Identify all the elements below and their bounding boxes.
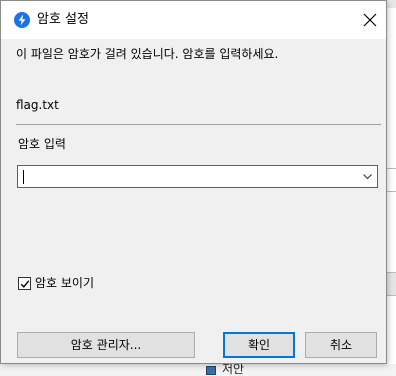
file-name: flag.txt [16, 98, 59, 112]
background-field-edge [386, 168, 396, 192]
checkmark-icon [20, 280, 30, 288]
password-combobox[interactable] [17, 165, 378, 188]
background-bottom-row [0, 364, 396, 376]
dialog-message: 이 파일은 암호가 걸려 있습니다. 암호를 입력하세요. [16, 47, 279, 61]
dropdown-button[interactable] [358, 166, 377, 187]
text-caret [23, 170, 24, 184]
close-button[interactable] [357, 7, 383, 33]
chevron-down-icon [363, 174, 372, 180]
background-bottom-text: 저안 [222, 362, 245, 376]
ok-button[interactable]: 확인 [223, 332, 295, 358]
show-password-checkbox[interactable] [18, 277, 31, 290]
cancel-button[interactable]: 취소 [305, 332, 377, 358]
background-right-header [386, 0, 396, 8]
dialog-title: 암호 설정 [37, 12, 89, 27]
background-file-icon [206, 366, 216, 375]
password-manager-button[interactable]: 암호 관리자... [17, 332, 195, 358]
separator [16, 124, 381, 125]
app-lightning-icon [14, 12, 30, 28]
password-label: 암호 입력 [18, 137, 66, 151]
background-button-edge [386, 272, 396, 296]
dialog-titlebar: 암호 설정 [1, 1, 386, 39]
show-password-label[interactable]: 암호 보이기 [35, 275, 94, 291]
close-icon [363, 13, 377, 27]
password-dialog: 암호 설정 이 파일은 암호가 걸려 있습니다. 암호를 입력하세요. flag… [0, 0, 387, 364]
password-input[interactable] [20, 167, 354, 186]
